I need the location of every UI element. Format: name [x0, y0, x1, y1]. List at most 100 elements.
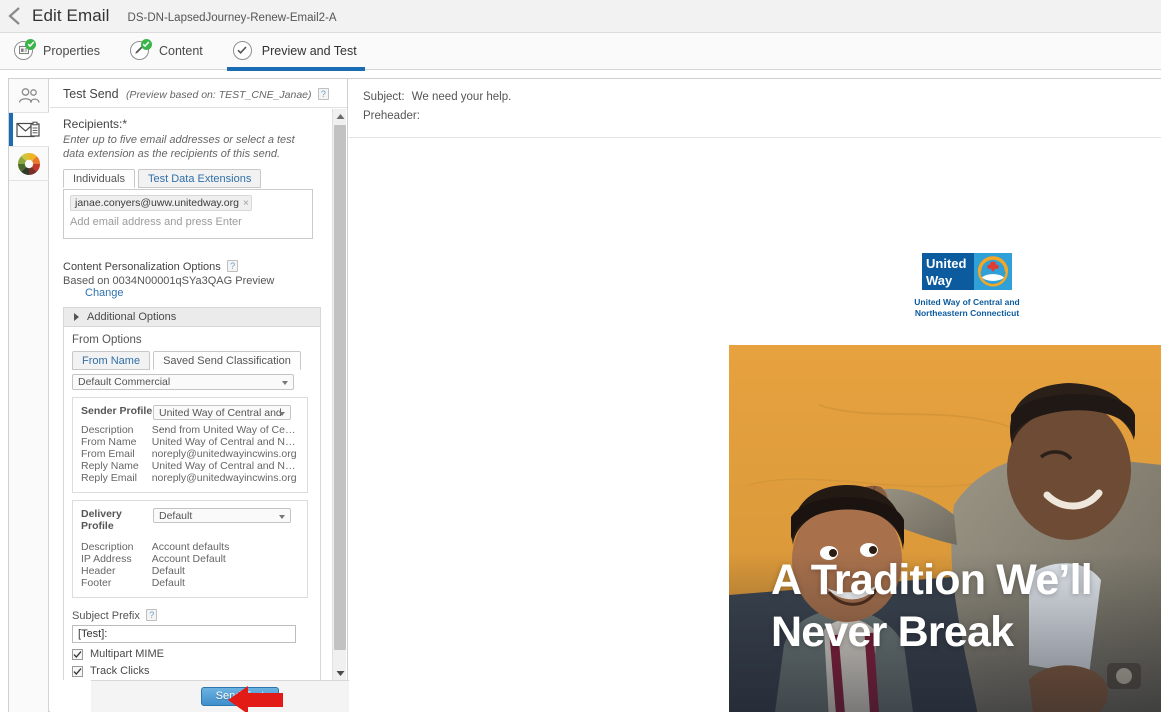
- email-name: DS-DN-LapsedJourney-Renew-Email2-A: [127, 12, 337, 24]
- preview-header: Subject: We need your help. Preheader:: [349, 79, 1161, 122]
- scroll-up-icon[interactable]: [333, 109, 347, 123]
- change-link[interactable]: Change: [85, 287, 124, 299]
- send-test-footer: Send Test: [91, 680, 389, 712]
- recipients-label: Recipients:*: [63, 117, 128, 131]
- hero-image: A Tradition We’ll Never Break: [729, 345, 1161, 712]
- from-options-title: From Options: [72, 334, 142, 346]
- tab-test-data-extensions[interactable]: Test Data Extensions: [137, 169, 262, 188]
- tagline-line-2: Northeastern Connecticut: [914, 308, 1020, 318]
- row-key: From Name: [81, 436, 137, 448]
- delivery-profile-row: Header Default: [81, 565, 299, 577]
- rail-item-audience[interactable]: [9, 79, 49, 113]
- recipients-tabs: Individuals Test Data Extensions: [63, 169, 333, 188]
- row-value: noreply@unitedwayincwins.org: [151, 448, 297, 460]
- sender-profile-select[interactable]: United Way of Central and ...: [153, 405, 291, 433]
- tab-individuals[interactable]: Individuals: [63, 169, 135, 188]
- row-value: Send from United Way of Centra...: [151, 424, 299, 436]
- page-title: Edit Email: [32, 6, 110, 25]
- row-value: Default: [151, 565, 185, 577]
- row-value: Account defaults: [151, 541, 230, 553]
- row-key: Footer: [81, 577, 112, 589]
- delivery-profile-row: Description Account defaults: [81, 541, 299, 553]
- check-circle-icon: [232, 40, 254, 62]
- help-icon-personalization[interactable]: ?: [227, 260, 239, 272]
- recipients-placeholder: Add email address and press Enter: [70, 216, 242, 228]
- send-classification-value: Default Commercial: [78, 376, 171, 388]
- scrollbar-thumb[interactable]: [334, 125, 346, 650]
- row-value: Default: [151, 577, 185, 589]
- close-icon[interactable]: ×: [243, 198, 249, 209]
- checkbox-track-clicks[interactable]: Track Clicks: [72, 665, 312, 677]
- recipient-chip[interactable]: janae.conyers@uww.unitedway.org ×: [70, 195, 252, 211]
- united-way-rainbow-icon: [977, 256, 1009, 287]
- united-way-logo-icon: United Way: [922, 253, 1012, 290]
- sender-profile-row: Reply Email noreply@unitedwayincwins.org: [81, 472, 299, 484]
- test-send-header: Test Send (Preview based on: TEST_CNE_Ja…: [50, 79, 347, 108]
- preview-preheader-row: Preheader:: [363, 110, 1161, 122]
- chevron-left-icon: [8, 7, 20, 25]
- icon-rail: [9, 79, 49, 712]
- delivery-profile-card: Delivery Profile Default Description Acc…: [72, 500, 308, 598]
- send-test-button[interactable]: Send Test: [200, 687, 280, 706]
- test-send-panel: Test Send (Preview based on: TEST_CNE_Ja…: [50, 79, 389, 712]
- row-value: United Way of Central and North...: [151, 436, 299, 448]
- row-key: Description: [81, 424, 134, 436]
- row-value: United Way of Central and North...: [151, 460, 299, 472]
- sender-profile-row: Reply Name United Way of Central and Nor…: [81, 460, 299, 472]
- preheader-label: Preheader:: [363, 110, 420, 122]
- subject-prefix-label: Subject Prefix: [72, 610, 140, 622]
- recipients-input-box[interactable]: janae.conyers@uww.unitedway.org × Add em…: [63, 189, 313, 239]
- send-classification-select[interactable]: Default Commercial: [72, 374, 294, 390]
- delivery-profile-label: Delivery Profile: [81, 508, 122, 532]
- help-icon-subject-prefix[interactable]: ?: [146, 609, 158, 621]
- checkbox-icon[interactable]: [72, 665, 83, 677]
- tab-preview-and-test[interactable]: Preview and Test: [219, 33, 373, 71]
- sender-profile-card: Sender Profile United Way of Central and…: [72, 397, 308, 493]
- sender-profile-row: Description Send from United Way of Cent…: [81, 424, 299, 436]
- edit-email-screen: Edit Email DS-DN-LapsedJourney-Renew-Ema…: [0, 0, 1161, 720]
- sender-profile-row: From Name United Way of Central and Nort…: [81, 436, 299, 448]
- from-options-tabs: From Name Saved Send Classification: [72, 351, 312, 370]
- chevron-down-icon: [282, 381, 288, 385]
- audience-icon: [18, 87, 40, 103]
- subject-value: We need your help.: [411, 91, 512, 103]
- tab-content-label: Content: [158, 44, 203, 58]
- rail-item-color-wheel[interactable]: [9, 147, 49, 181]
- recipients-hint: Enter up to five email addresses or sele…: [63, 134, 295, 160]
- scroll-down-icon[interactable]: [333, 666, 347, 680]
- pencil-icon: [129, 38, 152, 62]
- back-button[interactable]: [0, 0, 30, 33]
- rail-item-test-send[interactable]: [9, 113, 49, 147]
- panel-scrollbar[interactable]: [332, 109, 346, 680]
- sender-profile-label: Sender Profile: [81, 405, 153, 417]
- tab-properties-label: Properties: [43, 44, 100, 58]
- preview-subject-row: Subject: We need your help.: [363, 91, 1161, 103]
- email-preview-panel: Subject: We need your help. Preheader: W…: [349, 79, 1161, 712]
- tagline-line-1: United Way of Central and: [914, 297, 1020, 307]
- checkbox-icon[interactable]: [72, 648, 83, 660]
- email-body: United Way United Way of Central and Nor…: [349, 138, 1161, 712]
- personalization-label: Content Personalization Options: [63, 261, 221, 273]
- subject-prefix-input[interactable]: [Test]:: [72, 625, 296, 643]
- tab-from-name[interactable]: From Name: [72, 351, 151, 370]
- additional-options-toggle[interactable]: Additional Options: [63, 307, 321, 327]
- tab-properties[interactable]: Properties: [0, 33, 116, 70]
- help-icon-test-send[interactable]: ?: [317, 88, 329, 100]
- triangle-right-icon: [74, 313, 79, 321]
- tab-saved-send-classification[interactable]: Saved Send Classification: [153, 351, 301, 370]
- sender-profile-row: From Email noreply@unitedwayincwins.org: [81, 448, 299, 460]
- delivery-profile-select[interactable]: Default: [153, 508, 291, 523]
- chevron-down-icon: [279, 515, 285, 519]
- tab-preview-and-test-label: Preview and Test: [261, 44, 357, 58]
- bottom-strip: [0, 712, 1161, 720]
- row-key: Reply Email: [81, 472, 138, 484]
- logo-line-2: Way: [926, 273, 953, 288]
- test-send-subtitle: (Preview based on: TEST_CNE_Janae): [125, 89, 312, 101]
- recipient-chip-label: janae.conyers@uww.unitedway.org: [75, 197, 239, 209]
- united-way-tagline: United Way of Central and Northeastern C…: [907, 297, 1027, 319]
- united-way-logo-block: United Way United Way of Central and Nor…: [914, 253, 1027, 319]
- checkbox-multipart-mime[interactable]: Multipart MIME: [72, 648, 312, 660]
- delivery-profile-row: Footer Default: [81, 577, 299, 589]
- check-badge-icon: [140, 38, 152, 50]
- tab-content[interactable]: Content: [116, 33, 219, 70]
